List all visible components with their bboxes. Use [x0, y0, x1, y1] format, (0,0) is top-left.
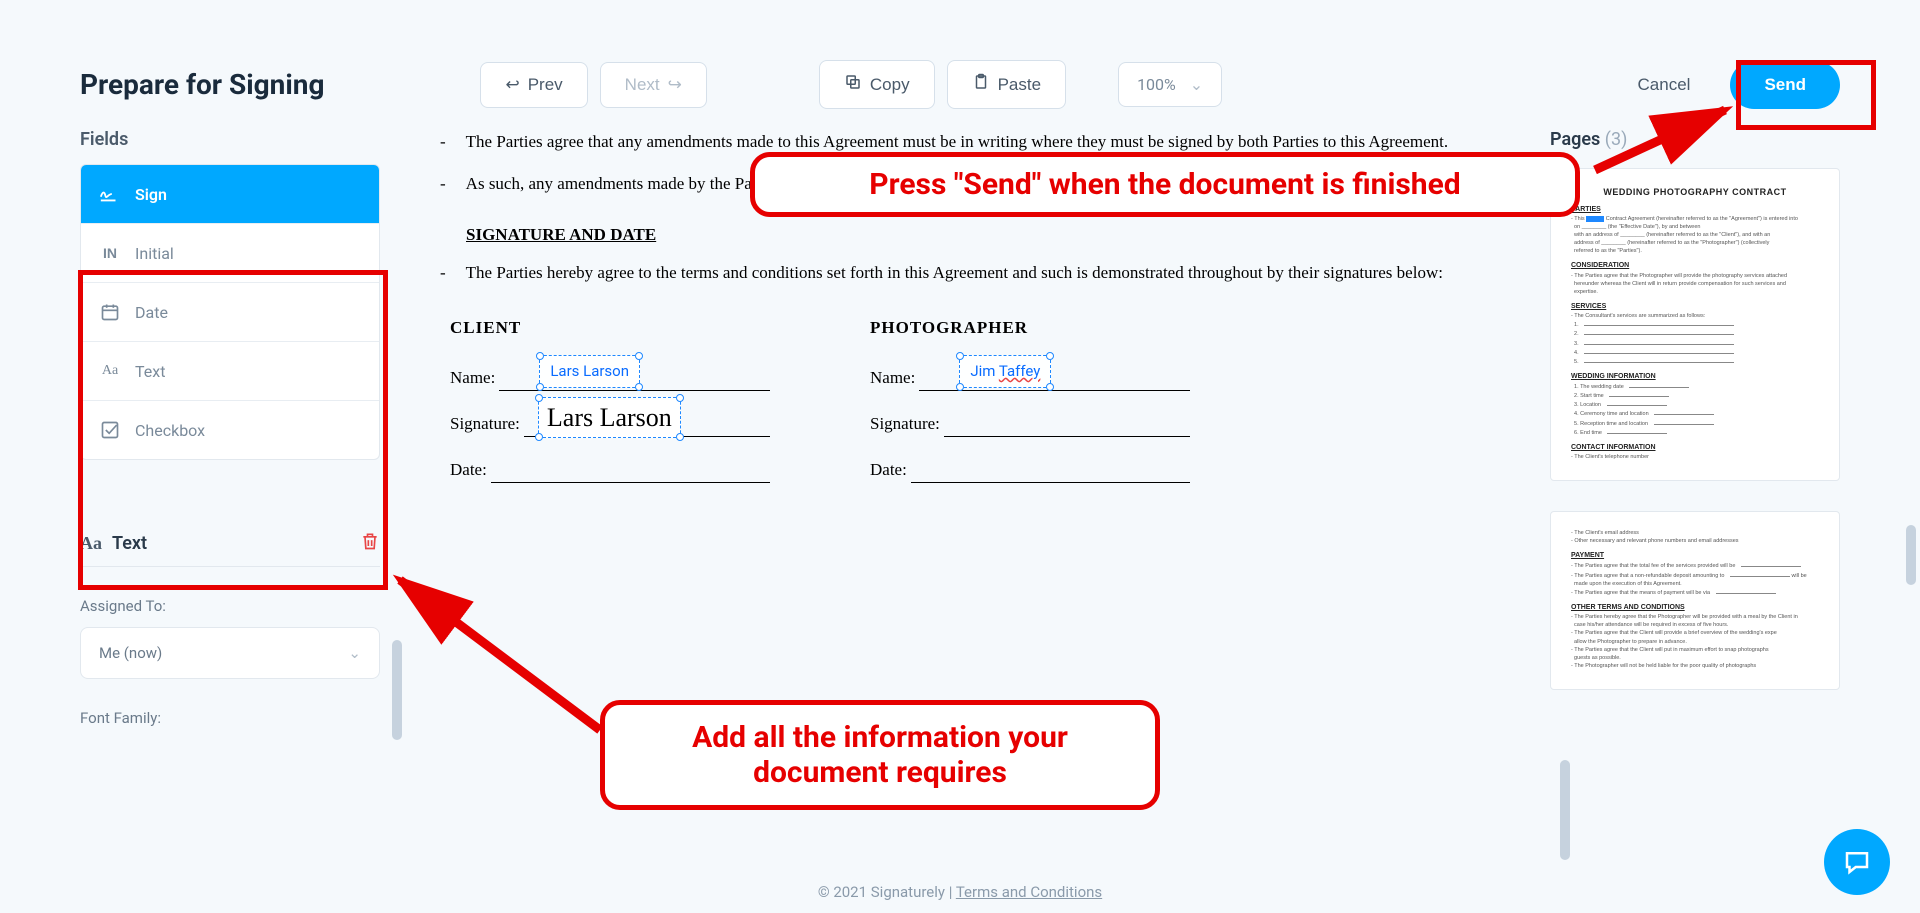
client-name-line[interactable]: Lars Larson	[499, 363, 770, 391]
signature-date-heading: SIGNATURE AND DATE	[466, 222, 1490, 248]
chevron-down-icon: ⌄	[1190, 75, 1203, 94]
client-date-line[interactable]	[491, 455, 770, 483]
field-checkbox-label: Checkbox	[135, 421, 205, 440]
right-scrollbar[interactable]	[1560, 760, 1570, 860]
next-button[interactable]: Next ↪	[600, 62, 707, 108]
document-canvas[interactable]: -The Parties agree that any amendments m…	[420, 129, 1510, 727]
next-label: Next	[625, 75, 660, 95]
client-heading: CLIENT	[450, 315, 770, 341]
text-icon: Aa	[99, 360, 121, 382]
prev-button[interactable]: ↩ Prev	[480, 62, 587, 108]
field-sign[interactable]: Sign	[81, 165, 379, 224]
terms-link[interactable]: Terms and Conditions	[956, 883, 1102, 901]
doc-para-3: The Parties hereby agree to the terms an…	[466, 260, 1490, 286]
page-thumbnail-1[interactable]: WEDDING PHOTOGRAPHY CONTRACT PARTIES - T…	[1550, 168, 1840, 481]
checkbox-icon	[99, 419, 121, 441]
trash-icon[interactable]	[360, 530, 380, 556]
fields-heading: Fields	[80, 129, 380, 150]
copy-icon	[844, 73, 862, 96]
field-text-label: Text	[135, 362, 165, 381]
client-name-field[interactable]: Lars Larson	[539, 355, 640, 388]
field-date-label: Date	[135, 303, 168, 322]
field-sign-label: Sign	[135, 185, 167, 204]
field-initial-label: Initial	[135, 244, 174, 263]
paste-label: Paste	[998, 75, 1041, 95]
client-signature-line[interactable]: Lars Larson	[524, 409, 770, 437]
text-aa-icon: Aa	[80, 533, 102, 554]
photographer-name-field[interactable]: Jim Taffey	[959, 355, 1051, 388]
text-panel-title: Text	[112, 533, 147, 554]
photographer-name-label: Name:	[870, 365, 915, 391]
chat-icon	[1842, 847, 1872, 877]
photographer-date-line[interactable]	[911, 455, 1190, 483]
annotation-fields-hint: Add all the information your document re…	[600, 700, 1160, 810]
zoom-value: 100%	[1137, 75, 1176, 94]
calendar-icon	[99, 301, 121, 323]
cancel-button[interactable]: Cancel	[1614, 63, 1715, 107]
field-date[interactable]: Date	[81, 283, 379, 342]
pages-heading: Pages (3)	[1550, 129, 1840, 150]
left-scrollbar[interactable]	[392, 640, 402, 740]
prev-label: Prev	[528, 75, 563, 95]
field-checkbox[interactable]: Checkbox	[81, 401, 379, 459]
field-initial[interactable]: IN Initial	[81, 224, 379, 283]
photographer-name-line[interactable]: Jim Taffey	[919, 363, 1190, 391]
page-title: Prepare for Signing	[80, 68, 324, 101]
assigned-to-select[interactable]: Me (now) ⌄	[80, 627, 380, 679]
undo-arrow-icon: ↩	[505, 75, 519, 95]
redo-arrow-icon: ↪	[668, 75, 682, 95]
send-button[interactable]: Send	[1730, 61, 1840, 109]
photographer-heading: PHOTOGRAPHER	[870, 315, 1190, 341]
doc-para-1: The Parties agree that any amendments ma…	[466, 129, 1490, 155]
footer: © 2021 Signaturely | Terms and Condition…	[0, 883, 1920, 901]
fields-list: Sign IN Initial Date Aa Text Checkbox	[80, 164, 380, 460]
help-button[interactable]	[1824, 829, 1890, 895]
initial-icon: IN	[99, 242, 121, 264]
client-name-label: Name:	[450, 365, 495, 391]
zoom-select[interactable]: 100% ⌄	[1118, 62, 1222, 107]
photographer-signature-line[interactable]	[944, 409, 1190, 437]
clipboard-icon	[972, 73, 990, 96]
chevron-down-icon: ⌄	[348, 644, 361, 662]
photographer-signature-label: Signature:	[870, 411, 940, 437]
annotation-send-hint: Press "Send" when the document is finish…	[750, 152, 1580, 217]
copy-label: Copy	[870, 75, 910, 95]
page-scrollbar[interactable]	[1906, 525, 1916, 585]
page-thumbnail-2[interactable]: - The Client's email address - Other nec…	[1550, 511, 1840, 690]
assigned-to-label: Assigned To:	[80, 597, 380, 615]
client-date-label: Date:	[450, 457, 487, 483]
font-family-label: Font Family:	[80, 709, 380, 727]
field-text[interactable]: Aa Text	[81, 342, 379, 401]
client-signature-field[interactable]: Lars Larson	[538, 397, 681, 438]
signature-icon	[99, 183, 121, 205]
assigned-to-value: Me (now)	[99, 644, 162, 662]
photographer-date-label: Date:	[870, 457, 907, 483]
paste-button[interactable]: Paste	[947, 60, 1066, 109]
copy-button[interactable]: Copy	[819, 60, 935, 109]
client-signature-label: Signature:	[450, 411, 520, 437]
